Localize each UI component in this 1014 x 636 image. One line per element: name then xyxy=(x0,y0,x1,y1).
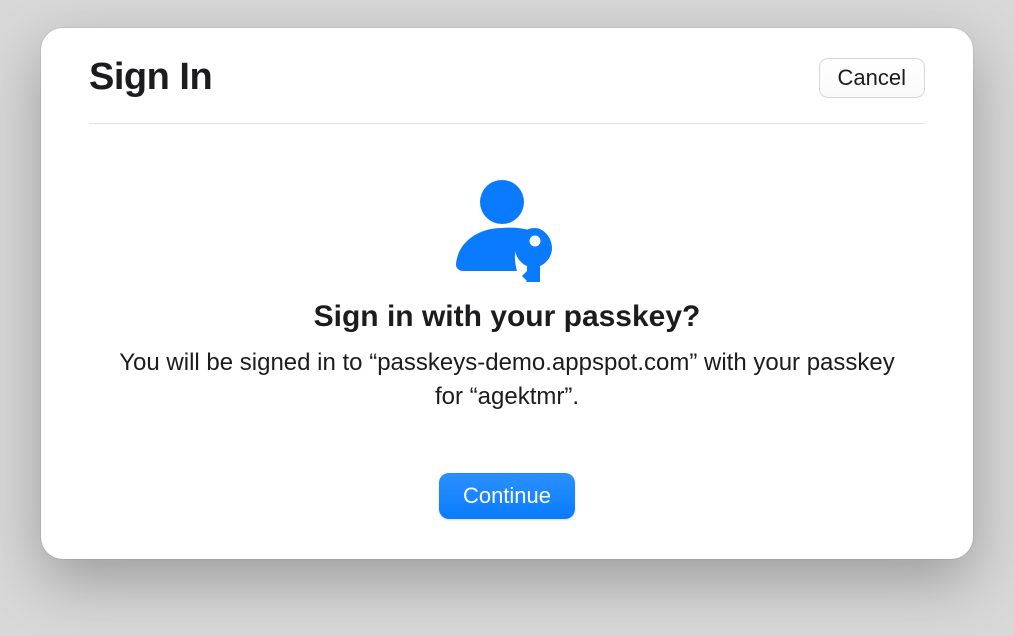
continue-button[interactable]: Continue xyxy=(439,473,575,519)
signin-modal: Sign In Cancel Sign xyxy=(41,28,973,559)
modal-body: Sign in with your passkey? You will be s… xyxy=(89,124,925,413)
modal-header: Sign In Cancel xyxy=(89,56,925,124)
modal-footer: Continue xyxy=(89,413,925,519)
cancel-button[interactable]: Cancel xyxy=(819,58,925,98)
passkey-user-icon xyxy=(89,178,925,282)
prompt-description: You will be signed in to “passkeys-demo.… xyxy=(117,346,897,413)
prompt-title: Sign in with your passkey? xyxy=(89,300,925,334)
modal-title: Sign In xyxy=(89,56,212,99)
modal-backdrop: Sign In Cancel Sign xyxy=(0,0,1014,636)
